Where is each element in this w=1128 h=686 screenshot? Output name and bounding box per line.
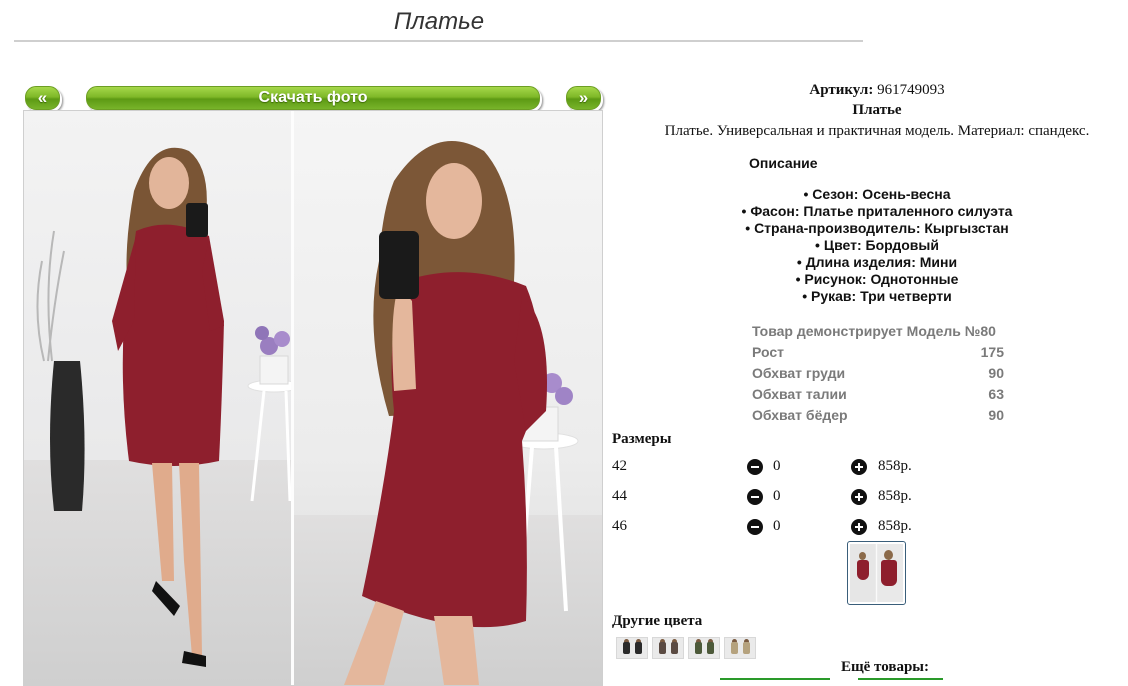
more-products-links [720,678,1050,684]
feature-item: Фасон: Платье приталенного силуэта [652,203,1102,220]
table-row: Обхват талии 63 [752,383,1004,404]
decrease-quantity-icon[interactable] [747,459,763,475]
feature-item: Страна-производитель: Кыргызстан [652,220,1102,237]
measure-label: Рост [752,343,784,360]
current-photo-thumbnail[interactable] [847,541,906,605]
color-variant-thumbnail[interactable] [652,637,684,659]
quantity-value: 0 [773,458,781,474]
articul-label: Артикул: [809,82,874,98]
decrease-quantity-icon[interactable] [747,489,763,505]
color-variant-thumbnail[interactable] [688,637,720,659]
increase-quantity-icon[interactable] [851,519,867,535]
measure-label: Обхват талии [752,385,847,402]
more-product-link[interactable] [858,678,943,684]
description-heading: Описание [749,155,818,171]
size-row-46: 46 0 858р. [612,518,1012,538]
articul-value: 961749093 [877,82,945,98]
page-title: Платье [393,8,485,35]
table-row: Товар демонстрирует Модель №80 [752,320,1004,341]
articul-line: Артикул: 961749093 [612,82,1128,99]
price: 858р. [878,488,912,504]
table-row: Рост 175 [752,341,1004,362]
more-products-heading: Ещё товары: [840,659,930,675]
increase-quantity-icon[interactable] [851,489,867,505]
table-row: Обхват груди 90 [752,362,1004,383]
previous-photo-button[interactable]: « [25,86,60,110]
quantity-value: 0 [773,488,781,504]
price: 858р. [878,518,912,534]
product-description: Платье. Универсальная и практичная модел… [664,123,1090,139]
feature-item: Цвет: Бордовый [652,237,1102,254]
measure-label: Обхват бёдер [752,406,848,423]
quantity-value: 0 [773,518,781,534]
other-colors-heading: Другие цвета [612,613,703,629]
decrease-quantity-icon[interactable] [747,519,763,535]
model-heading: Товар демонстрирует Модель №80 [752,322,996,339]
feature-item: Длина изделия: Мини [652,254,1102,271]
measure-value: 90 [988,364,1004,381]
next-photo-button[interactable]: » [566,86,601,110]
size-label: 44 [612,488,627,504]
size-row-42: 42 0 858р. [612,458,1012,478]
model-figure-left [36,147,291,667]
photo-right-pane [294,111,602,685]
sizes-heading: Размеры [612,431,672,447]
feature-item: Сезон: Осень-весна [652,186,1102,203]
size-label: 46 [612,518,627,534]
measure-value: 90 [988,406,1004,423]
model-measurements-table: Товар демонстрирует Модель №80 Рост 175 О… [752,320,1004,425]
product-name: Платье [852,102,902,118]
size-label: 42 [612,458,627,474]
feature-item: Рисунок: Однотонные [652,271,1102,288]
product-photo[interactable] [23,110,603,686]
measure-value: 63 [988,385,1004,402]
measure-value: 175 [980,343,1004,360]
increase-quantity-icon[interactable] [851,459,867,475]
more-product-link[interactable] [720,678,830,684]
color-variant-thumbnail[interactable] [616,637,648,659]
price: 858р. [878,458,912,474]
download-photo-button[interactable]: Скачать фото [86,86,540,110]
photo-left-pane [24,111,291,685]
color-variant-thumbnail[interactable] [724,637,756,659]
measure-label: Обхват груди [752,364,846,381]
title-divider [14,40,863,42]
table-row: Обхват бёдер 90 [752,404,1004,425]
size-row-44: 44 0 858р. [612,488,1012,508]
model-figure-right [344,141,579,685]
feature-list: Сезон: Осень-весна Фасон: Платье притале… [652,186,1102,305]
feature-item: Рукав: Три четверти [652,288,1102,305]
